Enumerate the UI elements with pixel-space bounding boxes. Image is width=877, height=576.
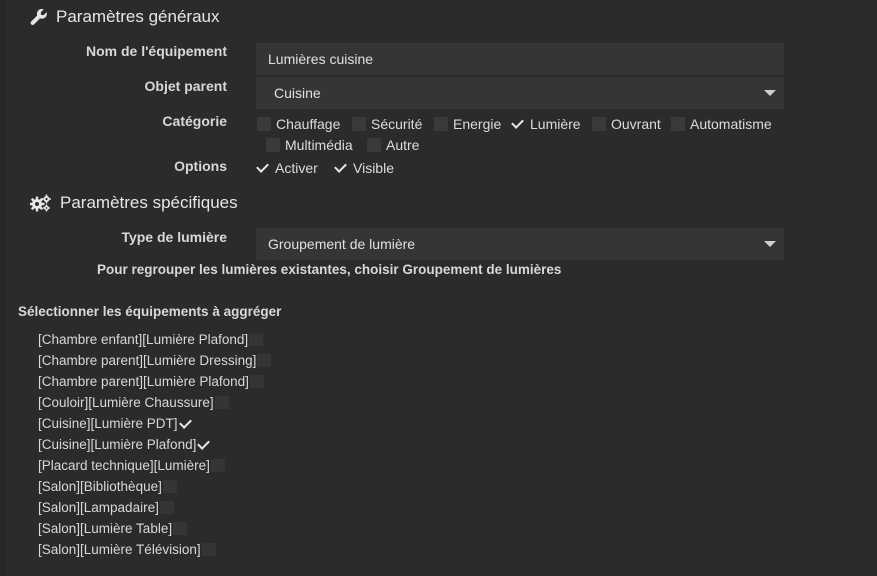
list-item: [Couloir][Lumière Chaussure]: [38, 392, 271, 413]
checkbox-checked[interactable]: [511, 117, 525, 131]
checkbox[interactable]: [257, 117, 271, 131]
parent-label: Objet parent: [144, 78, 227, 94]
category-automatisme[interactable]: Automatisme: [671, 116, 772, 132]
option-visible[interactable]: Visible: [334, 160, 394, 176]
light-type-select[interactable]: Groupement de lumière: [256, 228, 784, 260]
category-ouvrant[interactable]: Ouvrant: [592, 116, 661, 132]
list-item: [Salon][Lumière Télévision]: [38, 539, 271, 560]
caret-down-icon: [764, 90, 776, 96]
specific-section-title: Paramètres spécifiques: [30, 193, 238, 213]
checkbox[interactable]: [257, 354, 272, 367]
checkbox-checked[interactable]: [179, 417, 193, 430]
checkbox[interactable]: [671, 117, 685, 131]
parent-select-value: Cuisine: [274, 85, 321, 101]
checkbox-checked[interactable]: [197, 438, 211, 451]
list-item: [Cuisine][Lumière PDT]: [38, 413, 271, 434]
category-energie[interactable]: Energie: [434, 116, 501, 132]
gears-icon: [30, 194, 52, 212]
category-chauffage[interactable]: Chauffage: [257, 116, 340, 132]
list-item: [Chambre enfant][Lumière Plafond]: [38, 329, 271, 350]
category-multimedia[interactable]: Multimédia: [266, 137, 353, 153]
options-label: Options: [174, 158, 227, 174]
checkbox[interactable]: [249, 375, 264, 388]
checkbox-checked[interactable]: [334, 161, 348, 175]
checkbox[interactable]: [434, 117, 448, 131]
list-item: [Salon][Bibliothèque]: [38, 476, 271, 497]
aggregate-list: [Chambre enfant][Lumière Plafond] [Chamb…: [38, 329, 272, 560]
list-item: [Chambre parent][Lumière Plafond]: [38, 371, 271, 392]
category-autre[interactable]: Autre: [367, 137, 419, 153]
list-item: [Placard technique][Lumière]: [38, 455, 271, 476]
name-input-value: Lumières cuisine: [268, 51, 374, 67]
name-input[interactable]: Lumières cuisine: [256, 43, 784, 75]
category-securite[interactable]: Sécurité: [352, 116, 422, 132]
list-item: [Salon][Lumière Table]: [38, 518, 271, 539]
checkbox[interactable]: [159, 501, 174, 514]
aggregate-title: Sélectionner les équipements à aggréger: [18, 304, 282, 319]
wrench-icon: [30, 8, 48, 26]
checkbox[interactable]: [214, 396, 229, 409]
caret-down-icon: [764, 241, 776, 247]
light-type-hint: Pour regrouper les lumières existantes, …: [97, 262, 562, 277]
checkbox[interactable]: [249, 333, 264, 346]
checkbox-checked[interactable]: [256, 161, 270, 175]
checkbox[interactable]: [201, 543, 216, 556]
list-item: [Cuisine][Lumière Plafond]: [38, 434, 271, 455]
checkbox[interactable]: [367, 138, 381, 152]
parent-select[interactable]: Cuisine: [256, 77, 784, 109]
list-item: [Chambre parent][Lumière Dressing]: [38, 350, 272, 371]
light-type-label: Type de lumière: [121, 229, 227, 245]
checkbox[interactable]: [162, 480, 177, 493]
category-lumiere[interactable]: Lumière: [511, 116, 581, 132]
list-item: [Salon][Lampadaire]: [38, 497, 271, 518]
checkbox[interactable]: [266, 138, 280, 152]
checkbox[interactable]: [210, 459, 225, 472]
checkbox[interactable]: [173, 522, 188, 535]
checkbox[interactable]: [352, 117, 366, 131]
category-label: Catégorie: [162, 113, 227, 129]
light-type-select-value: Groupement de lumière: [268, 236, 416, 252]
name-label: Nom de l'équipement: [85, 43, 227, 59]
general-section-title: Paramètres généraux: [30, 7, 219, 27]
specific-title-text: Paramètres spécifiques: [60, 193, 238, 212]
option-activer[interactable]: Activer: [256, 160, 318, 176]
checkbox[interactable]: [592, 117, 606, 131]
general-title-text: Paramètres généraux: [56, 7, 220, 26]
